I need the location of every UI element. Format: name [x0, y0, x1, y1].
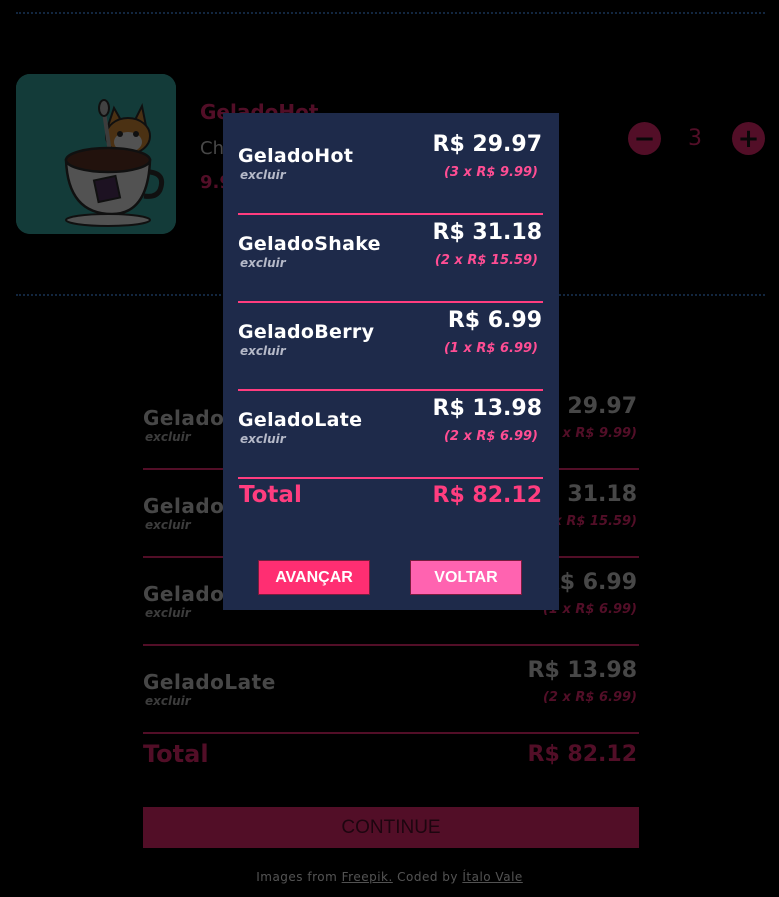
- item-price: R$ 6.99: [447, 308, 542, 333]
- quantity-value: 3: [688, 126, 702, 151]
- modal-item-list: GeladoHot excluir R$ 29.97 (3 x R$ 9.99)…: [238, 127, 543, 479]
- item-detail: (2 x R$ 15.59): [434, 253, 538, 268]
- item-detail: (1 x R$ 6.99): [443, 341, 538, 356]
- item-name: GeladoLate: [238, 409, 363, 431]
- item-name: GeladoLate: [143, 670, 276, 694]
- remove-link[interactable]: excluir: [240, 432, 286, 446]
- footer-coded-by: Coded by: [397, 870, 459, 884]
- total-value: R$ 82.12: [527, 742, 638, 767]
- total-label: Total: [239, 482, 302, 508]
- item-price: R$ 13.98: [527, 658, 638, 683]
- item-price: R$ 29.97: [432, 132, 543, 157]
- total-label: Total: [143, 740, 209, 768]
- list-item: GeladoBerry excluir R$ 6.99 (1 x R$ 6.99…: [238, 303, 543, 391]
- freepik-link[interactable]: Freepik.: [342, 870, 393, 884]
- item-detail: (2 x R$ 6.99): [443, 429, 538, 444]
- cart-total: Total R$ 82.12: [143, 740, 639, 776]
- remove-link[interactable]: excluir: [240, 256, 286, 270]
- footer-prefix: Images from: [256, 870, 338, 884]
- item-price: R$ 13.98: [432, 396, 543, 421]
- remove-link[interactable]: excluir: [145, 518, 191, 532]
- product-description: Ch: [200, 138, 224, 159]
- continue-button[interactable]: CONTINUE: [143, 807, 639, 848]
- item-name: GeladoBerry: [238, 321, 375, 343]
- remove-link[interactable]: excluir: [145, 430, 191, 444]
- minus-icon[interactable]: −: [628, 122, 661, 155]
- remove-link[interactable]: excluir: [145, 606, 191, 620]
- back-button[interactable]: VOLTAR: [410, 560, 522, 595]
- item-detail: (3 x R$ 9.99): [443, 165, 538, 180]
- item-price: R$ 31.18: [432, 220, 543, 245]
- advance-button[interactable]: AVANÇAR: [258, 560, 370, 595]
- item-name: GeladoHot: [238, 145, 354, 167]
- footer: Images from Freepik. Coded by Ítalo Vale: [0, 870, 779, 884]
- modal-total: Total R$ 82.12: [239, 482, 542, 516]
- item-name: GeladoShake: [238, 233, 381, 255]
- plus-icon[interactable]: +: [732, 122, 765, 155]
- item-detail: (2 x R$ 6.99): [542, 690, 637, 705]
- list-item: GeladoLate excluir R$ 13.98 (2 x R$ 6.99…: [238, 391, 543, 479]
- author-link[interactable]: Ítalo Vale: [462, 870, 522, 884]
- remove-link[interactable]: excluir: [145, 694, 191, 708]
- cat-in-coffee-cup-illustration: [16, 74, 176, 234]
- list-item: GeladoShake excluir R$ 31.18 (2 x R$ 15.…: [238, 215, 543, 303]
- list-item: GeladoHot excluir R$ 29.97 (3 x R$ 9.99): [238, 127, 543, 215]
- order-confirmation-modal: GeladoHot excluir R$ 29.97 (3 x R$ 9.99)…: [223, 113, 559, 610]
- list-item: GeladoLate excluir R$ 13.98 (2 x R$ 6.99…: [143, 646, 639, 734]
- product-image: [16, 74, 176, 234]
- divider: [16, 12, 765, 14]
- remove-link[interactable]: excluir: [240, 168, 286, 182]
- total-value: R$ 82.12: [432, 483, 543, 508]
- remove-link[interactable]: excluir: [240, 344, 286, 358]
